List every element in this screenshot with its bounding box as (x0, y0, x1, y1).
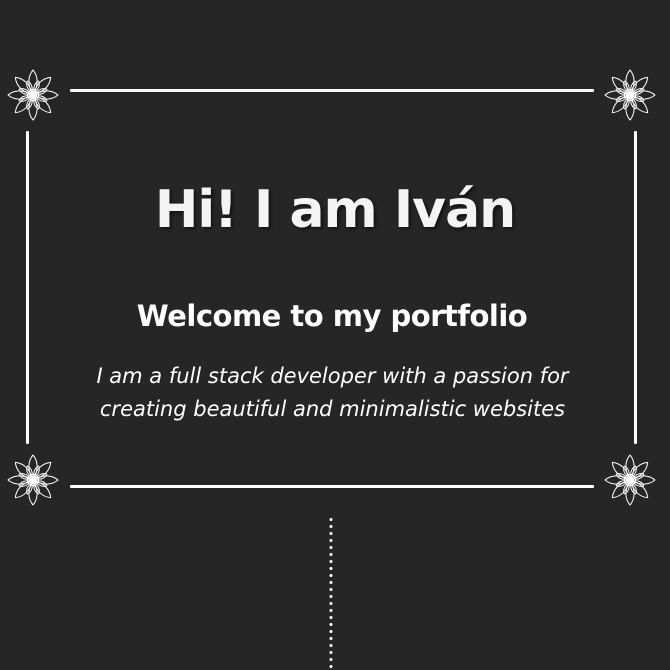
portfolio-hero: Hi! I am Iván Welcome to my portfolio I … (0, 0, 670, 670)
hero-title: Hi! I am Iván (154, 180, 516, 240)
flower-icon (602, 452, 658, 508)
flower-icon (5, 67, 61, 123)
hero-subtitle: Welcome to my portfolio (136, 299, 528, 333)
flower-icon (602, 67, 658, 123)
hero-description: I am a full stack developer with a passi… (96, 364, 569, 421)
flower-icon (5, 452, 61, 508)
frame-bottom-line (70, 485, 594, 488)
frame-right-line (634, 131, 637, 444)
dotted-scroll-line (329, 516, 333, 670)
frame-top-line (70, 89, 594, 92)
frame-left-line (26, 131, 29, 444)
